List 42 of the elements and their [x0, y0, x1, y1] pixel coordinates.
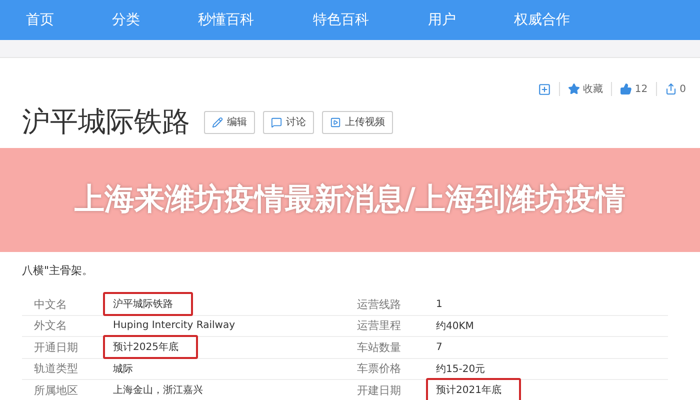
nav-link[interactable]: 分类	[112, 11, 198, 29]
info-label: 运营线路	[356, 296, 402, 312]
star-icon[interactable]	[568, 83, 580, 95]
add-icon[interactable]	[538, 82, 551, 96]
info-label: 外文名	[33, 318, 68, 334]
page-title: 沪平城际铁路	[22, 104, 190, 140]
edit-button[interactable]: 编辑	[204, 110, 255, 134]
info-value: Huping Intercity Railway	[112, 319, 236, 334]
info-label: 轨道类型	[33, 361, 79, 376]
thumbs-up-icon[interactable]	[620, 83, 632, 95]
nav-link[interactable]: 首页	[26, 11, 112, 29]
info-value: 预计2021年底	[426, 378, 522, 400]
discuss-button[interactable]: 讨论	[263, 110, 314, 134]
info-value: 预计2025年底	[103, 335, 198, 360]
nav-link[interactable]: 特色百科	[313, 11, 428, 29]
favorite-label[interactable]: 收藏	[582, 82, 603, 96]
nav-link[interactable]: 权威合作	[514, 11, 614, 29]
pencil-icon	[212, 116, 223, 128]
video-button[interactable]: 上传视频	[322, 110, 393, 134]
play-icon	[330, 116, 341, 128]
info-label: 所属地区	[33, 382, 79, 398]
info-label: 运营里程	[356, 318, 402, 334]
nav-link[interactable]: 用户	[428, 11, 514, 29]
like-count: 12	[634, 84, 648, 94]
banner-headline: 上海来潍坊疫情最新消息/上海到潍坊疫情	[74, 181, 626, 219]
info-value: 约40KM	[435, 320, 475, 334]
chat-icon	[271, 116, 282, 128]
info-label: 开建日期	[356, 382, 402, 398]
info-value: 上海金山，浙江嘉兴	[112, 384, 204, 398]
info-value: 1	[435, 298, 444, 312]
info-label: 车站数量	[356, 340, 402, 355]
info-value: 约15-20元	[435, 362, 486, 377]
share-count: 0	[680, 84, 686, 94]
info-label: 开通日期	[33, 340, 79, 355]
info-value: 7	[435, 340, 444, 355]
share-icon[interactable]	[664, 83, 677, 95]
info-value: 沪平城际铁路	[103, 292, 193, 316]
info-value: 城际	[112, 362, 134, 377]
paragraph-text: 八横"主骨架。	[22, 263, 94, 278]
info-label: 车票价格	[356, 361, 402, 376]
nav-link[interactable]: 秒懂百科	[198, 11, 313, 29]
info-label: 中文名	[33, 296, 68, 312]
